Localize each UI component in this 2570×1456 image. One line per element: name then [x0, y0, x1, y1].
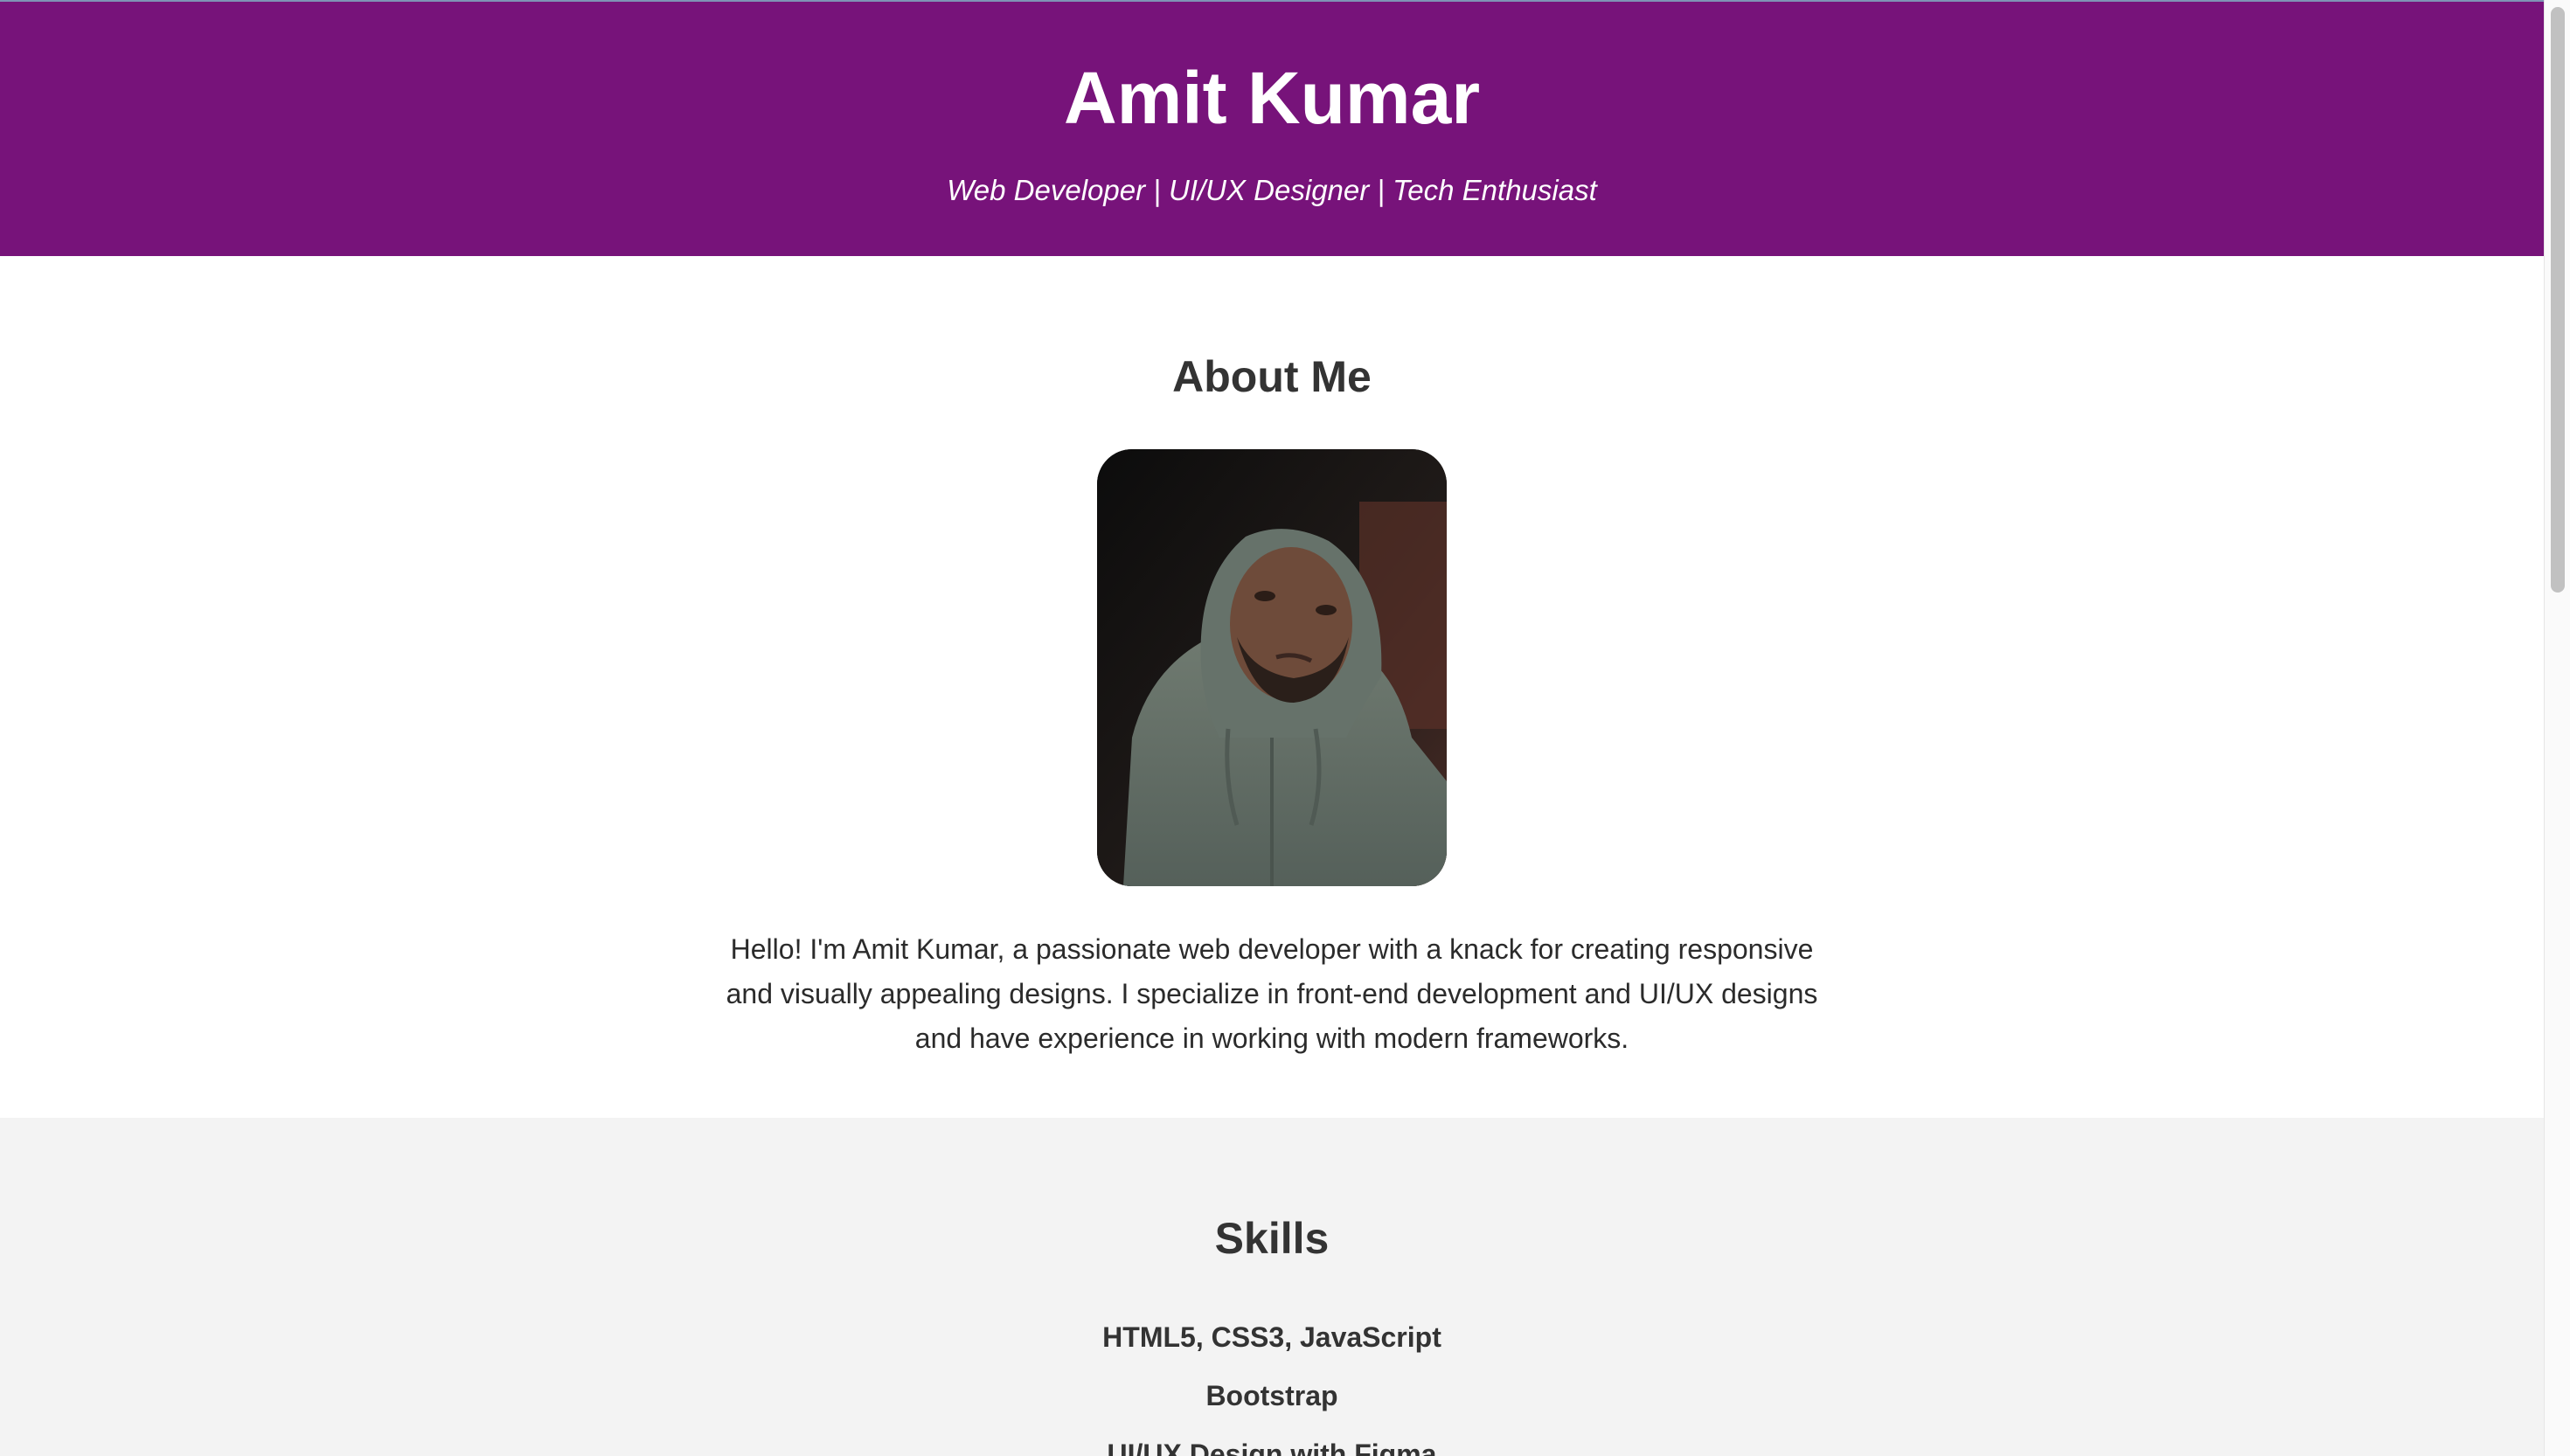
page-viewport: Amit Kumar Web Developer | UI/UX Designe… [0, 0, 2544, 1456]
skills-heading: Skills [1214, 1214, 1330, 1263]
vertical-scrollbar[interactable] [2544, 0, 2570, 1456]
skill-item: HTML5, CSS3, JavaScript [1102, 1321, 1441, 1353]
about-text: Hello! I'm Amit Kumar, a passionate web … [726, 933, 1818, 1054]
about-heading: About Me [1172, 352, 1372, 401]
skills-list: HTML5, CSS3, JavaScript Bootstrap UI/UX … [0, 1308, 2544, 1456]
hero-tagline: Web Developer | UI/UX Designer | Tech En… [947, 174, 1597, 206]
profile-photo [1097, 449, 1447, 886]
skills-section: Skills HTML5, CSS3, JavaScript Bootstrap… [0, 1118, 2544, 1456]
skill-item: UI/UX Design with Figma [1107, 1439, 1437, 1456]
hero-name: Amit Kumar [1063, 57, 1481, 139]
profile-photo-image [1097, 449, 1447, 886]
skill-item: Bootstrap [1205, 1380, 1338, 1411]
hero-header: Amit Kumar Web Developer | UI/UX Designe… [0, 2, 2544, 256]
scrollbar-thumb[interactable] [2551, 7, 2565, 593]
about-section: About Me Hello! I'm Amit Kumar, a passio… [0, 256, 2544, 1118]
